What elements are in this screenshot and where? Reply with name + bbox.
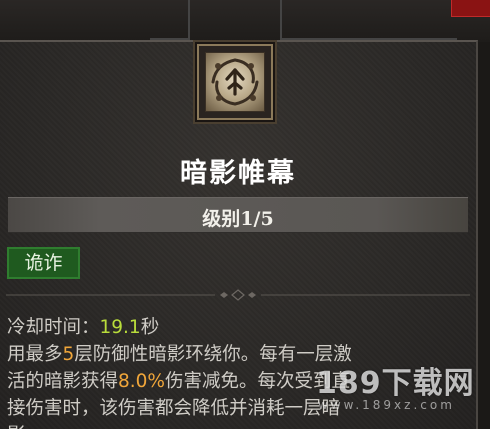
skill-category-tag: 诡诈 <box>7 247 80 279</box>
background-ui-strip <box>0 0 490 42</box>
damage-reduction-value: 8.0% <box>118 371 166 392</box>
cooldown-unit: 秒 <box>140 317 160 338</box>
red-corner-button[interactable] <box>451 0 490 17</box>
description-text: 活的暗影获得 <box>7 371 119 392</box>
description-line-4: 影。 <box>7 422 469 429</box>
skill-name: 暗影帷幕 <box>180 158 296 189</box>
skill-level: 级别1/5 <box>202 208 274 230</box>
cooldown-label: 冷却时间： <box>7 317 100 338</box>
skill-tooltip-panel: 暗影帷幕 级别1/5 诡诈 冷却时间：19.1秒 用最多5层防御性暗影环绕你。每… <box>0 40 478 429</box>
game-tooltip-screen: 暗影帷幕 级别1/5 诡诈 冷却时间：19.1秒 用最多5层防御性暗影环绕你。每… <box>0 0 490 429</box>
cooldown-value: 19.1 <box>99 317 141 338</box>
description-text: 用最多 <box>7 344 63 365</box>
description-line-2: 活的暗影获得8.0%伤害减免。每次受到直 <box>7 368 469 395</box>
ornate-divider-icon <box>6 289 470 301</box>
description-line-3: 接伤害时，该伤害都会降低并消耗一层暗 <box>7 398 341 419</box>
cooldown-line: 冷却时间：19.1秒 <box>7 314 469 341</box>
description-text: 层防御性暗影环绕你。每有一层激 <box>74 344 352 365</box>
max-layers-value: 5 <box>62 344 75 365</box>
shadow-shroud-skill-icon <box>197 44 273 120</box>
background-frame-left <box>150 0 190 40</box>
skill-description: 冷却时间：19.1秒 用最多5层防御性暗影环绕你。每有一层激 活的暗影获得8.0… <box>7 314 469 429</box>
skill-icon-glyph <box>211 58 259 106</box>
skill-level-bar: 级别1/5 <box>8 197 468 233</box>
description-line-1: 用最多5层防御性暗影环绕你。每有一层激 <box>7 341 469 368</box>
description-text: 伤害减免。每次受到直 <box>165 371 351 392</box>
background-frame-right <box>280 0 457 40</box>
